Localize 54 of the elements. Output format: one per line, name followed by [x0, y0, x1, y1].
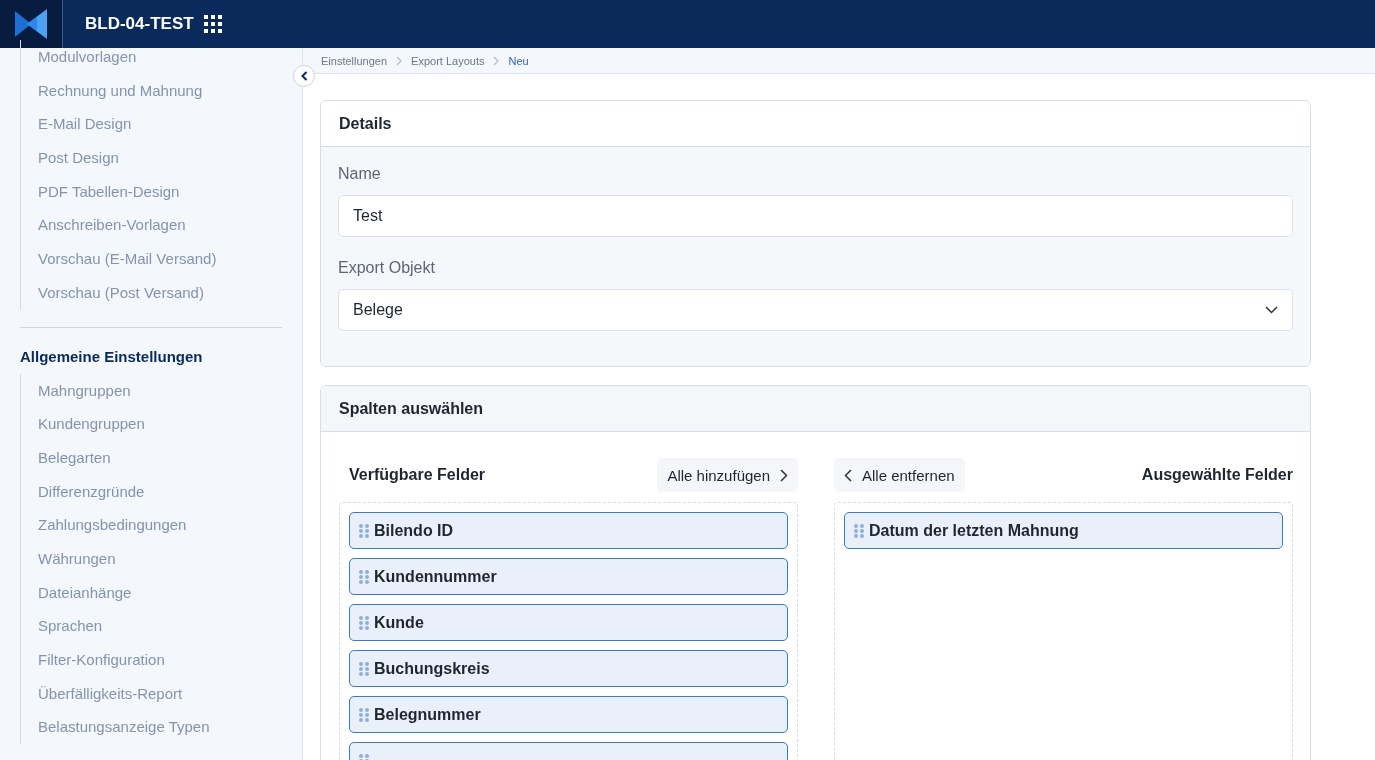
- field-chip[interactable]: Belegnummer: [349, 696, 788, 733]
- sidebar-item[interactable]: Vorschau (E-Mail Versand): [21, 242, 282, 276]
- app-title: BLD-04-TEST: [85, 14, 194, 34]
- sidebar-item[interactable]: Rechnung und Mahnung: [21, 73, 282, 108]
- sidebar-item[interactable]: Filter-Konfiguration: [21, 643, 282, 677]
- drag-handle-icon[interactable]: [359, 569, 369, 584]
- breadcrumb-separator-icon: [396, 55, 403, 66]
- drag-handle-icon[interactable]: [359, 707, 369, 722]
- chevron-down-icon: [1265, 306, 1278, 314]
- add-all-button[interactable]: Alle hinzufügen: [657, 458, 798, 492]
- breadcrumb-link[interactable]: Export Layouts: [411, 54, 485, 67]
- sidebar-item[interactable]: Mahngruppen: [21, 373, 282, 408]
- sidebar-item[interactable]: Modulvorlagen: [21, 40, 282, 74]
- field-chip[interactable]: Bilendo ID: [349, 512, 788, 549]
- drag-handle-icon[interactable]: [359, 523, 369, 538]
- sidebar-section-title: Allgemeine Einstellungen: [20, 346, 204, 367]
- sidebar-item[interactable]: Kundengruppen: [21, 407, 282, 441]
- logo-icon[interactable]: [14, 7, 48, 41]
- field-chip[interactable]: Datum der letzten Mahnung: [844, 512, 1283, 549]
- breadcrumb-link[interactable]: Neu: [508, 54, 529, 67]
- field-label: Export Objekt: [338, 259, 436, 277]
- field-label: Name: [338, 165, 382, 183]
- column-title: Ausgewählte Felder: [1140, 466, 1293, 484]
- card-title: Spalten auswählen: [321, 386, 1310, 432]
- chevron-right-icon: [780, 468, 788, 482]
- column-title: Verfügbare Felder: [348, 466, 486, 484]
- chevron-left-icon: [844, 468, 852, 482]
- sidebar-item[interactable]: E-Mail Design: [21, 107, 282, 142]
- sidebar-item[interactable]: Anschreiben-Vorlagen: [21, 208, 282, 243]
- app-grid-icon[interactable]: [203, 15, 222, 33]
- field-chip[interactable]: Kunde: [349, 604, 788, 641]
- sidebar-item[interactable]: Vorschau (Post Versand): [21, 275, 282, 310]
- drag-handle-icon[interactable]: [359, 661, 369, 676]
- name-field[interactable]: Test: [338, 195, 1293, 237]
- sidebar-item[interactable]: Belegarten: [21, 440, 282, 475]
- remove-all-button[interactable]: Alle entfernen: [834, 458, 965, 492]
- field-chip[interactable]: Kundennummer: [349, 558, 788, 595]
- sidebar-item[interactable]: Post Design: [21, 141, 282, 175]
- card-title: Details: [321, 101, 1310, 147]
- chevron-left-icon: [300, 71, 308, 81]
- export-object-dropdown[interactable]: Belege: [338, 289, 1293, 331]
- field-chip[interactable]: Buchungskreis: [349, 650, 788, 687]
- sidebar-item[interactable]: Dateianhänge: [21, 575, 282, 610]
- sidebar-item[interactable]: Belastungsanzeige Typen: [21, 710, 282, 745]
- sidebar-item[interactable]: PDF Tabellen-Design: [21, 174, 282, 209]
- drag-handle-icon[interactable]: [854, 523, 864, 538]
- drag-handle-icon[interactable]: [359, 615, 369, 630]
- breadcrumb-separator-icon: [493, 55, 500, 66]
- breadcrumb-link[interactable]: Einstellungen: [321, 54, 388, 67]
- sidebar-item[interactable]: Sprachen: [21, 609, 282, 643]
- sidebar-item[interactable]: Zahlungsbedingungen: [21, 508, 282, 542]
- sidebar-item[interactable]: Differenzgründe: [21, 474, 282, 509]
- sidebar-item[interactable]: Überfälligkeits-Report: [21, 676, 282, 711]
- sidebar-item[interactable]: Währungen: [21, 541, 282, 576]
